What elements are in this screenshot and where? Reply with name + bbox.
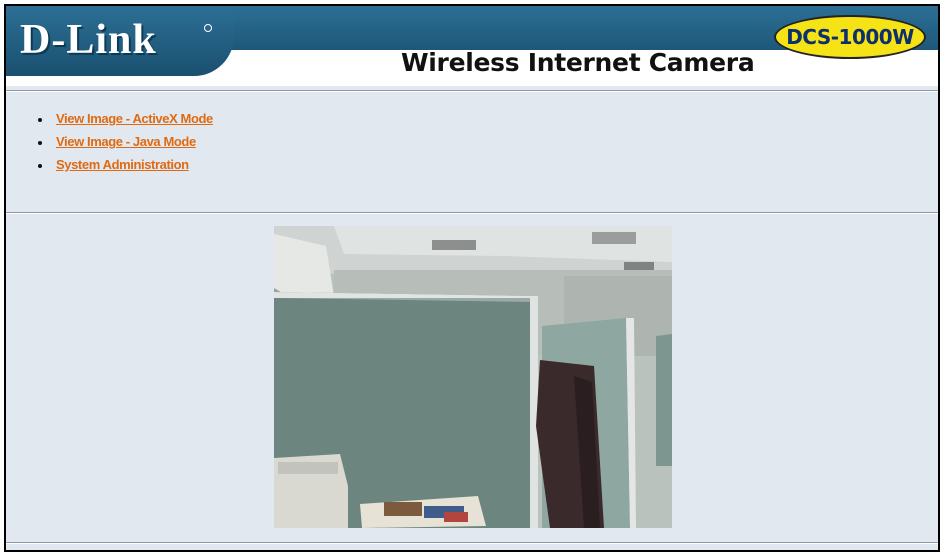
model-badge: DCS-1000W <box>774 15 926 59</box>
nav-menu: View Image - ActiveX Mode View Image - J… <box>34 110 213 179</box>
footer-divider <box>6 542 938 544</box>
view-image-activex-link[interactable]: View Image - ActiveX Mode <box>56 111 213 126</box>
camera-scene <box>274 226 672 528</box>
nav-item-java: View Image - Java Mode <box>34 133 213 156</box>
view-image-java-link[interactable]: View Image - Java Mode <box>56 134 196 149</box>
camera-image <box>274 226 672 528</box>
system-administration-link[interactable]: System Administration <box>56 157 189 172</box>
model-badge-label: DCS-1000W <box>786 25 914 49</box>
page-frame: D-Link Wireless Internet Camera DCS-1000… <box>4 4 940 552</box>
product-title: Wireless Internet Camera <box>401 48 755 77</box>
brand-logo-text: D-Link <box>20 17 157 63</box>
nav-item-admin: System Administration <box>34 156 213 179</box>
brand-logo: D-Link <box>6 6 234 76</box>
header-divider <box>6 90 938 92</box>
nav-divider <box>6 212 938 214</box>
registered-mark-icon <box>204 24 212 32</box>
nav-item-activex: View Image - ActiveX Mode <box>34 110 213 133</box>
header: D-Link Wireless Internet Camera DCS-1000… <box>6 6 938 86</box>
